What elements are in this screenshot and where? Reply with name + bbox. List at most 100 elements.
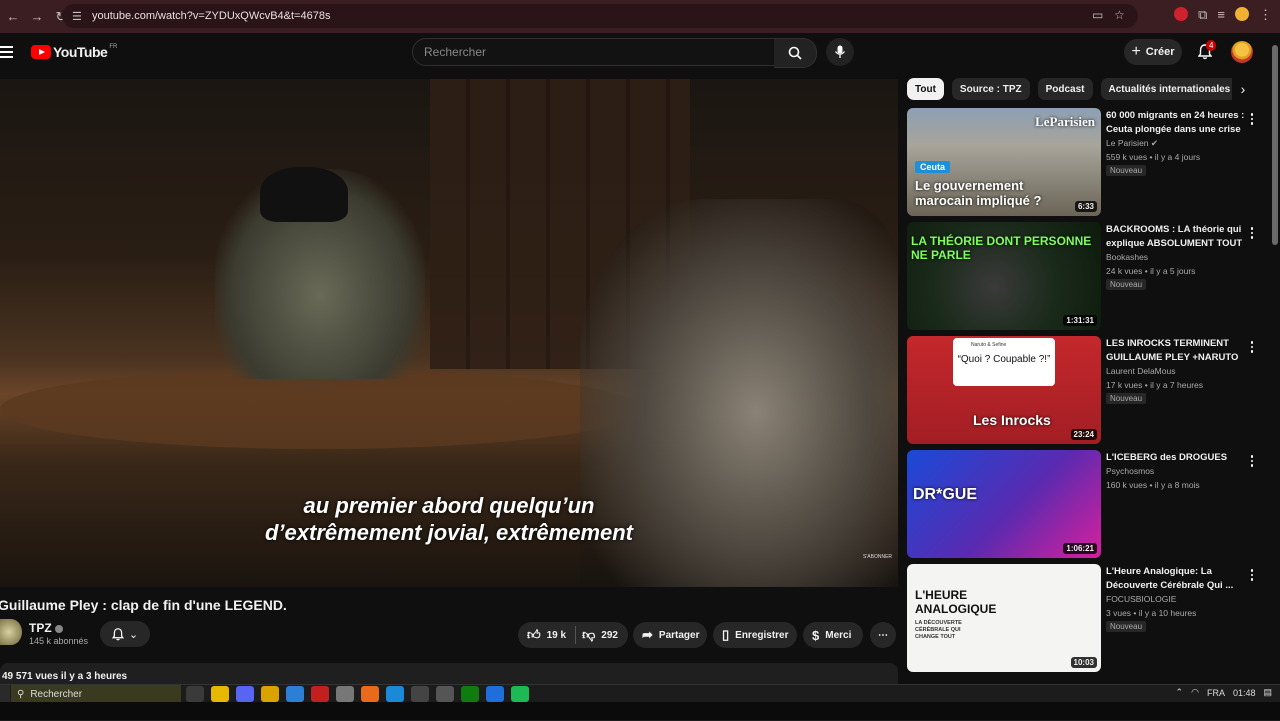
plus-icon: + <box>1131 43 1141 60</box>
channel-name[interactable]: TPZ <box>29 621 63 635</box>
chip-all[interactable]: Tout <box>907 78 944 100</box>
url-text[interactable]: youtube.com/watch?v=ZYDUxQWcvB4&t=4678s <box>92 10 330 22</box>
chevron-right-icon[interactable]: › <box>1232 78 1254 100</box>
video-thumbnail[interactable]: Naruto & Sefine “Quoi ? Coupable ?!” Les… <box>907 336 1101 444</box>
back-icon[interactable]: ← <box>2 6 24 28</box>
extension-icon[interactable] <box>1174 7 1189 21</box>
recommendation-title[interactable]: BACKROOMS : LA théorie qui explique ABSO… <box>1106 223 1246 251</box>
tray-overflow-icon[interactable]: ⌃ <box>1176 687 1184 698</box>
search-button[interactable] <box>774 38 817 68</box>
create-button[interactable]: + Créer <box>1124 39 1182 65</box>
wifi-icon[interactable]: ◠ <box>1191 687 1199 698</box>
more-options-icon[interactable] <box>1247 452 1257 470</box>
bookmark-star-icon[interactable]: ☆ <box>1114 8 1125 22</box>
channel-name-text: Le Parisien <box>1106 138 1149 148</box>
recommendation-channel[interactable]: Le Parisien ✔ <box>1106 138 1158 149</box>
channel-avatar[interactable] <box>0 619 22 645</box>
xbox-icon[interactable] <box>461 686 479 702</box>
recommendation-item[interactable]: Naruto & Sefine “Quoi ? Coupable ?!” Les… <box>907 336 1267 446</box>
taskbar-search[interactable]: ⚲ Rechercher <box>11 685 181 703</box>
description-box[interactable]: 49 571 vues il y a 3 heures <box>0 663 898 685</box>
video-thumbnail[interactable]: DR*GUE 1:06:21 <box>907 450 1101 558</box>
site-settings-icon[interactable]: ☰ <box>72 10 86 23</box>
profile-avatar-icon[interactable] <box>1235 7 1249 21</box>
app-blue-icon[interactable] <box>486 686 504 702</box>
firefox-icon[interactable] <box>361 686 379 702</box>
recommendation-channel[interactable]: FOCUSBIOLOGIE <box>1106 594 1176 604</box>
recommendation-title[interactable]: L'ICEBERG des DROGUES <box>1106 451 1246 465</box>
recommendation-item[interactable]: L'HEURE ANALOGIQUE LA DÉCOUVERTE CÉRÉBRA… <box>907 564 1267 674</box>
youtube-logo[interactable]: YouTube FR <box>31 44 117 60</box>
save-button[interactable]: ▯ Enregistrer <box>713 622 797 648</box>
video-duration: 1:31:31 <box>1063 315 1097 326</box>
video-duration: 6:33 <box>1074 201 1097 212</box>
new-badge: Nouveau <box>1106 393 1147 404</box>
discord-icon[interactable] <box>236 686 254 702</box>
new-badge: Nouveau <box>1106 165 1147 176</box>
more-actions-button[interactable]: ⋯ <box>870 622 896 648</box>
store-icon[interactable] <box>286 686 304 702</box>
more-options-icon[interactable] <box>1247 566 1257 584</box>
recommendation-item[interactable]: DR*GUE 1:06:21 L'ICEBERG des DROGUES Psy… <box>907 450 1267 560</box>
more-options-icon[interactable] <box>1247 224 1257 242</box>
video-thumbnail[interactable]: L'HEURE ANALOGIQUE LA DÉCOUVERTE CÉRÉBRA… <box>907 564 1101 672</box>
address-bar[interactable]: ☰ youtube.com/watch?v=ZYDUxQWcvB4&t=4678… <box>62 4 1138 28</box>
file-explorer-icon[interactable] <box>261 686 279 702</box>
dislike-count[interactable]: 292 <box>601 630 618 641</box>
video-player[interactable]: au premier abord quelqu’un d’extrêmement… <box>0 79 898 587</box>
recommendation-title[interactable]: L'Heure Analogique: La Découverte Cérébr… <box>1106 565 1246 593</box>
forward-icon[interactable]: → <box>26 6 48 28</box>
clock[interactable]: 01:48 <box>1233 688 1256 698</box>
recommendation-item[interactable]: LA THÉORIE DONT PERSONNE NE PARLE 1:31:3… <box>907 222 1267 332</box>
settings-icon[interactable] <box>436 686 454 702</box>
recommendation-channel[interactable]: Laurent DelaMous <box>1106 366 1175 376</box>
thumbs-up-icon[interactable]: 👍︎ <box>527 627 541 643</box>
task-view-icon[interactable] <box>186 686 204 702</box>
voice-search-button[interactable] <box>826 38 854 66</box>
new-badge: Nouveau <box>1106 621 1147 632</box>
video-thumbnail[interactable]: LA THÉORIE DONT PERSONNE NE PARLE 1:31:3… <box>907 222 1101 330</box>
calculator-icon[interactable] <box>411 686 429 702</box>
account-avatar[interactable] <box>1231 41 1253 63</box>
app-red-icon[interactable] <box>311 686 329 702</box>
thumbs-down-icon[interactable]: 👎︎ <box>582 627 595 643</box>
menu-icon[interactable] <box>0 41 16 63</box>
subscription-bell-button[interactable]: ⌄ <box>100 621 150 647</box>
notes-app-icon[interactable] <box>211 686 229 702</box>
like-count[interactable]: 19 k <box>547 630 566 641</box>
chip-international-news[interactable]: Actualités internationales <box>1100 78 1239 100</box>
spotify-icon[interactable] <box>511 686 529 702</box>
notification-center-icon[interactable]: ▤ <box>1263 687 1272 698</box>
save-playlist-icon: ▯ <box>722 627 730 642</box>
browser-menu-icon[interactable]: ⋮ <box>1259 7 1272 23</box>
chip-podcast[interactable]: Podcast <box>1037 78 1093 100</box>
tweet-card: Naruto & Sefine “Quoi ? Coupable ?!” <box>953 338 1055 386</box>
extensions-puzzle-icon[interactable]: ⧉ <box>1198 7 1207 23</box>
scrollbar-thumb[interactable] <box>1272 45 1278 245</box>
more-options-icon[interactable] <box>1247 338 1257 356</box>
cast-icon[interactable]: ▭ <box>1092 8 1103 22</box>
keyboard-language[interactable]: FRA <box>1207 688 1225 698</box>
page-scrollbar[interactable] <box>1270 33 1280 684</box>
chip-source[interactable]: Source : TPZ <box>951 78 1030 100</box>
video-thumbnail[interactable]: LeParisien Ceuta Le gouvernement marocai… <box>907 108 1101 216</box>
recommendation-title[interactable]: LES INROCKS TERMINENT GUILLAUME PLEY +NA… <box>1106 337 1246 365</box>
recommendation-item[interactable]: LeParisien Ceuta Le gouvernement marocai… <box>907 108 1267 218</box>
recommendation-channel[interactable]: Bookashes <box>1106 252 1148 262</box>
thanks-button[interactable]: $ Merci <box>803 622 863 648</box>
subscribe-watermark[interactable]: S'ABONNER <box>863 554 892 560</box>
edge-icon[interactable] <box>386 686 404 702</box>
new-badge: Nouveau <box>1106 279 1147 290</box>
search-input[interactable]: Rechercher <box>412 38 776 66</box>
recommendation-channel[interactable]: Psychosmos <box>1106 466 1154 476</box>
chevron-down-icon: ⌄ <box>128 628 139 641</box>
share-button[interactable]: ➦ Partager <box>633 622 707 648</box>
logo-region: FR <box>109 44 118 50</box>
bottom-letterbox <box>0 702 1280 720</box>
more-options-icon[interactable] <box>1247 110 1257 128</box>
chrome-icon[interactable] <box>336 686 354 702</box>
recommendation-title[interactable]: 60 000 migrants en 24 heures : Ceuta plo… <box>1106 109 1246 137</box>
video-duration: 10:03 <box>1070 657 1097 668</box>
reading-list-icon[interactable]: ≡ <box>1217 7 1225 23</box>
start-button[interactable] <box>0 685 10 703</box>
